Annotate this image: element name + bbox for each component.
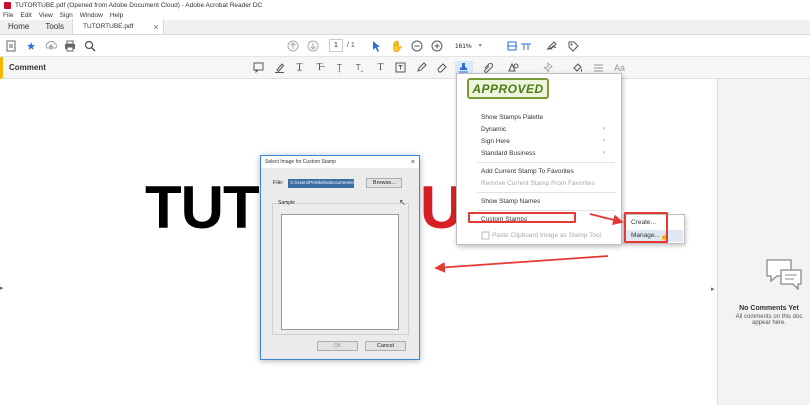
zoom-in-icon[interactable] (430, 39, 444, 53)
sample-group: Sample (272, 200, 409, 335)
dialog-close-icon[interactable]: × (411, 159, 419, 166)
sample-label: Sample (277, 200, 296, 206)
strikethrough-text-icon[interactable]: T̶ (313, 61, 326, 74)
tab-document-label: TUTORTUBE.pdf (83, 23, 134, 30)
fit-page-icon[interactable] (505, 39, 519, 53)
menu-window[interactable]: Window (80, 12, 103, 19)
menu-item-show-stamp-names[interactable]: Show Stamp Names (481, 198, 540, 205)
comments-panel (718, 79, 810, 405)
menu-item-remove-from-favorites: Remove Current Stamp From Favorites (481, 180, 595, 187)
hand-icon[interactable]: ✋ (390, 39, 404, 53)
toolbar-expand-icon[interactable] (519, 39, 533, 53)
dialog-titlebar: Select Image for Custom Stamp × (261, 156, 419, 168)
menu-separator (477, 162, 615, 163)
menu-item-show-stamps-palette[interactable]: Show Stamps Palette (481, 114, 543, 121)
menu-sign[interactable]: Sign (60, 12, 73, 19)
zoom-out-icon[interactable] (410, 39, 424, 53)
window-titlebar: TUTORTUBE.pdf (Opened from Adobe Documen… (0, 0, 810, 10)
arrow-down-icon[interactable] (306, 39, 320, 53)
sign-icon[interactable] (545, 39, 559, 53)
no-comments-title: No Comments Yet (739, 305, 799, 312)
menu-view[interactable]: View (39, 12, 53, 19)
mouse-cursor-icon: ↖ (399, 198, 406, 207)
sample-preview (281, 214, 399, 330)
tag-icon[interactable] (566, 39, 580, 53)
submenu-arrow-icon: › (603, 150, 605, 156)
dialog-title: Select Image for Custom Stamp (265, 159, 336, 165)
insert-text-icon[interactable]: T‸ (353, 61, 366, 74)
comments-empty-icon (765, 258, 805, 292)
menu-item-add-to-favorites[interactable]: Add Current Stamp To Favorites (481, 168, 574, 175)
tab-home-label: Home (8, 22, 30, 31)
add-text-icon[interactable]: T (374, 61, 387, 74)
highlight-text-icon[interactable] (273, 61, 286, 74)
pencil-icon[interactable] (415, 61, 428, 74)
underline-text-icon[interactable]: T̲ (293, 61, 306, 74)
tab-tools[interactable]: Tools (37, 19, 72, 34)
tab-tools-label: Tools (45, 22, 65, 31)
tab-home[interactable]: Home (0, 19, 37, 34)
menu-edit[interactable]: Edit (20, 12, 31, 19)
zoom-value: 161% (455, 42, 472, 50)
comment-toolbar-title: Comment (9, 63, 46, 72)
upload-icon[interactable] (44, 39, 58, 53)
chevron-down-icon: ▼ (477, 43, 483, 49)
menu-item-standard-business[interactable]: Standard Business (481, 150, 536, 157)
submenu-arrow-icon: › (603, 138, 605, 144)
file-label: File: (273, 180, 284, 186)
approved-stamp-preview[interactable]: APPROVED (467, 78, 549, 99)
menu-separator (477, 210, 615, 211)
no-comments-message: No Comments Yet All comments on this doc… (728, 305, 810, 326)
create-pdf-icon[interactable] (4, 39, 18, 53)
right-panel-toggle-icon[interactable]: ▸ (711, 285, 715, 293)
arrow-up-icon[interactable] (286, 39, 300, 53)
tab-document[interactable]: TUTORTUBE.pdf × (72, 19, 165, 34)
zoom-select[interactable]: 161% ▼ (452, 40, 490, 52)
text-box-icon[interactable] (394, 61, 407, 74)
select-image-dialog: Select Image for Custom Stamp × File: C:… (260, 155, 420, 360)
highlight-create-manage (624, 212, 668, 243)
cancel-button[interactable]: Cancel (365, 341, 406, 351)
file-row: File: C:\Users\PARiksha\Documents\ Brows… (273, 178, 403, 188)
page-number-input[interactable]: 1 (329, 39, 343, 52)
menu-help[interactable]: Help (110, 12, 123, 19)
menu-item-sign-here[interactable]: Sign Here (481, 138, 510, 145)
star-icon[interactable]: ★ (24, 39, 38, 53)
submenu-arrow-icon: › (603, 216, 605, 222)
menu-item-paste-clipboard-image: Paste Clipboard Image as Stamp Tool (492, 232, 601, 239)
eraser-icon[interactable] (435, 61, 448, 74)
submenu-arrow-icon: › (603, 126, 605, 132)
ok-button[interactable]: OK (317, 341, 358, 351)
paste-clipboard-icon (481, 231, 490, 242)
tab-bar: Home Tools TUTORTUBE.pdf × (0, 19, 810, 35)
menu-separator (477, 192, 615, 193)
tab-close-icon[interactable]: × (153, 22, 158, 32)
browse-button[interactable]: Browse... (366, 178, 403, 188)
select-cursor-icon[interactable] (370, 39, 384, 53)
window-title: TUTORTUBE.pdf (Opened from Adobe Documen… (15, 1, 263, 9)
menu-item-dynamic[interactable]: Dynamic (481, 126, 506, 133)
print-icon[interactable] (63, 39, 77, 53)
main-toolbar: ★ 1 / 1 ✋ 161% ▼ (0, 35, 810, 57)
menu-file[interactable]: File (3, 12, 13, 19)
left-panel-toggle-icon[interactable]: ▸ (0, 284, 4, 292)
search-icon[interactable] (83, 39, 97, 53)
replace-text-icon[interactable]: T͓ (333, 61, 346, 74)
highlight-custom-stamps (468, 212, 576, 223)
acrobat-app-icon (4, 1, 11, 9)
file-path-input[interactable]: C:\Users\PARiksha\Documents\ (288, 178, 355, 188)
comment-toolbar: Comment T̲ T̶ T͓ T‸ T Aa (0, 57, 810, 79)
sticky-note-icon[interactable] (252, 61, 265, 74)
document-text-black: TUT (145, 174, 260, 241)
no-comments-hint-2: appear here. (751, 320, 787, 326)
page-total: / 1 (347, 42, 355, 49)
